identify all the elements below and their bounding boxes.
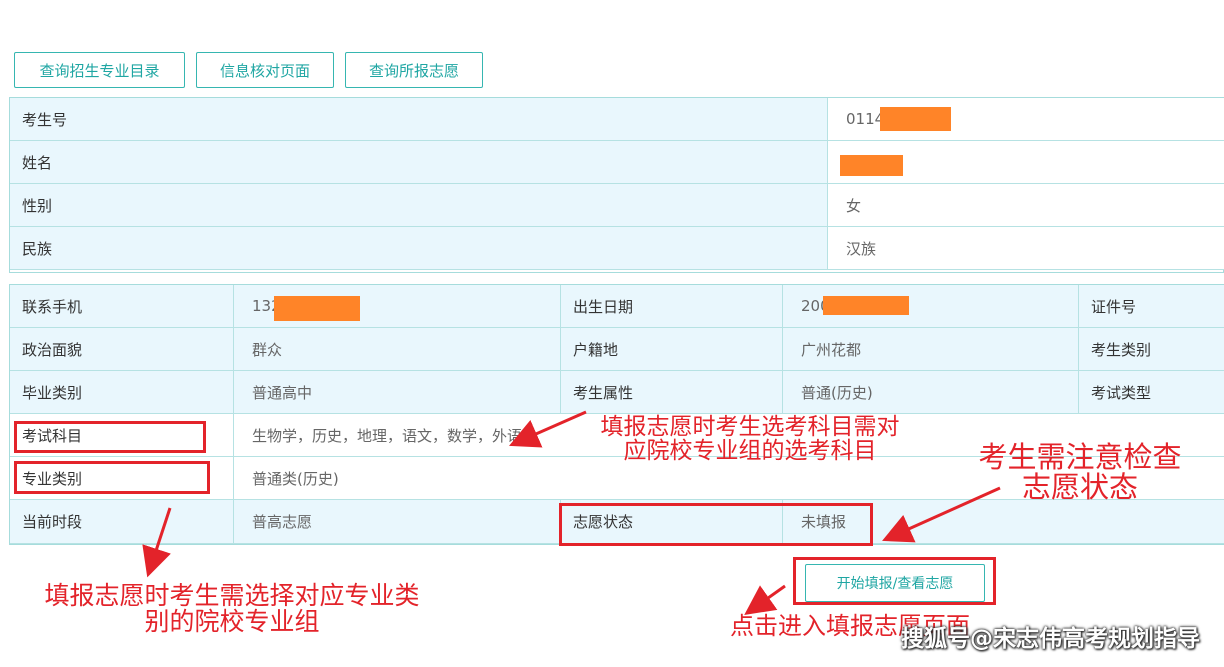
major-annotation-line1: 填报志愿时考生需选择对应专业类 bbox=[44, 581, 420, 610]
major-annotation-line2: 别的院校专业组 bbox=[144, 607, 320, 637]
status-annotation-line1: 考生需注意检查 bbox=[978, 440, 1182, 474]
subjects-annotation-line1: 填报志愿时考生选考科目需对 bbox=[600, 414, 900, 440]
subjects-annotation-line2: 应院校专业组的选考科目 bbox=[623, 438, 877, 465]
status-annotation-line2: 志愿状态 bbox=[1021, 470, 1138, 505]
arrow-major bbox=[142, 507, 172, 578]
major-annotation: 填报志愿时考生需选择对应专业类 别的院校专业组 bbox=[14, 581, 450, 637]
subjects-annotation: 填报志愿时考生选考科目需对 应院校专业组的选考科目 bbox=[570, 415, 930, 463]
watermark: 搜狐号@宋志伟高考规划指导 bbox=[901, 626, 1200, 652]
status-annotation: 考生需注意检查 志愿状态 bbox=[960, 442, 1200, 503]
annotation-arrows bbox=[142, 410, 1001, 615]
arrow-start bbox=[744, 584, 786, 615]
